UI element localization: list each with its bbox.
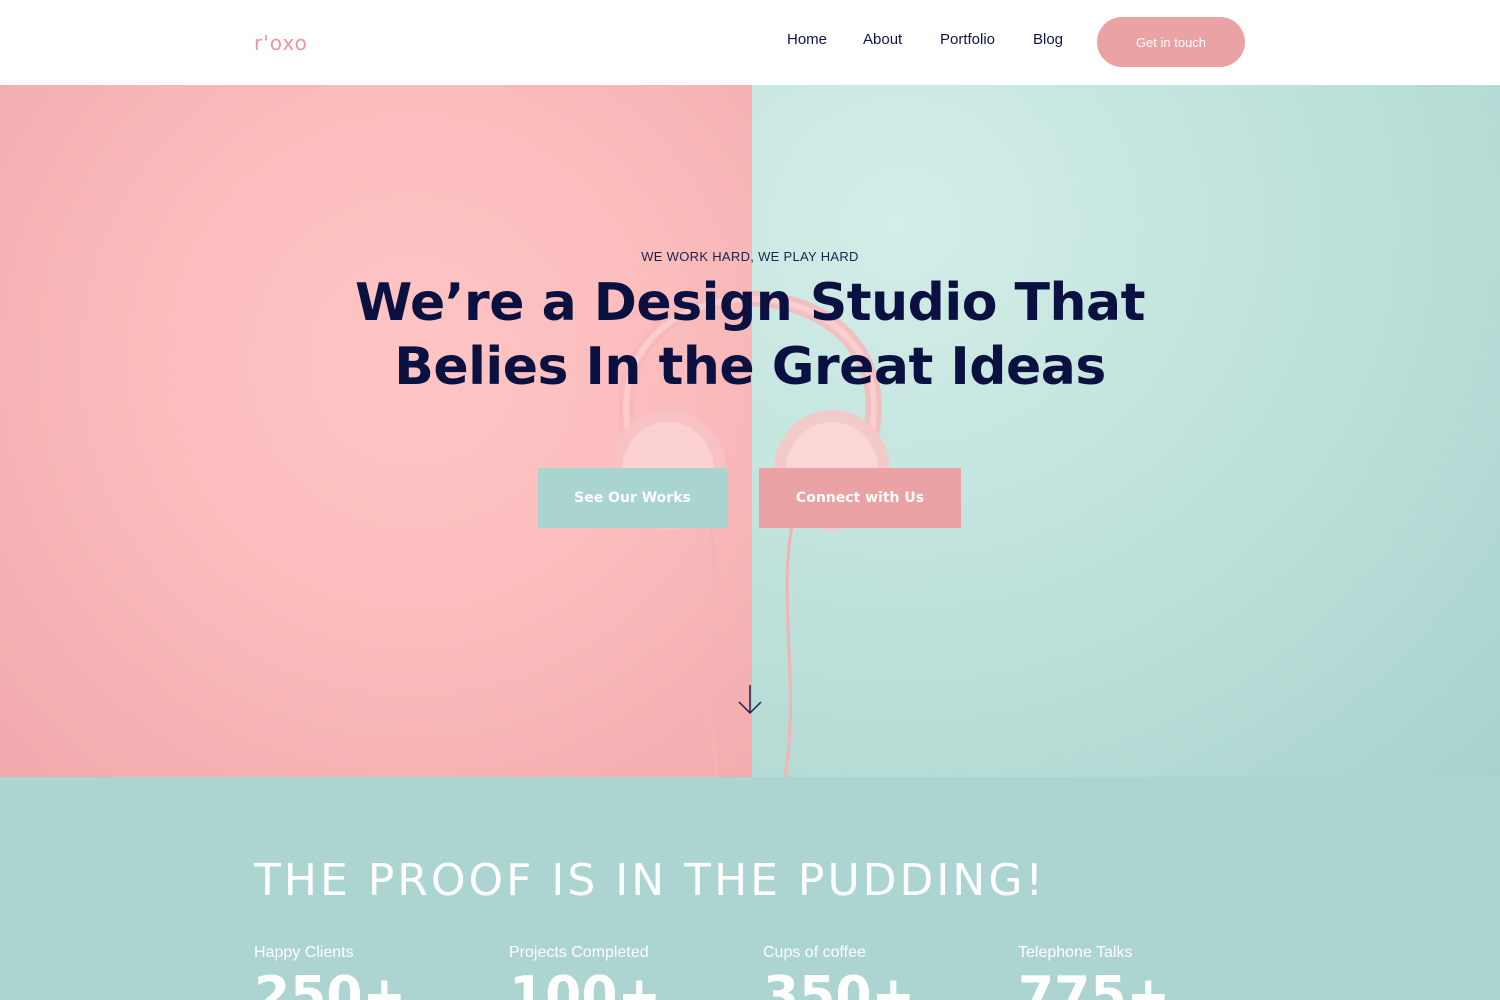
nav-link-portfolio[interactable]: Portfolio — [940, 31, 995, 48]
hero-title-line-2: Belies In the Great Ideas — [394, 337, 1106, 397]
hero-title: We’re a Design Studio That Belies In the… — [0, 271, 1500, 399]
nav-link-home[interactable]: Home — [787, 31, 827, 48]
stat-label: Happy Clients — [254, 944, 354, 961]
stat-label: Projects Completed — [509, 944, 649, 961]
nav-link-blog[interactable]: Blog — [1033, 31, 1063, 48]
connect-with-us-button[interactable]: Connect with Us — [759, 468, 961, 528]
stat-value: 250+ — [254, 966, 407, 1000]
hero-section: WE WORK HARD, WE PLAY HARD We’re a Desig… — [0, 85, 1500, 777]
logo[interactable]: r'oxo — [254, 31, 308, 55]
hero-title-line-1: We’re a Design Studio That — [355, 273, 1145, 333]
hero-kicker: WE WORK HARD, WE PLAY HARD — [641, 249, 859, 264]
stat-telephone-talks: Telephone Talks 775+ — [1018, 944, 1258, 1000]
nav-link-about[interactable]: About — [863, 31, 902, 48]
stat-label: Telephone Talks — [1018, 944, 1133, 961]
stat-value: 350+ — [763, 966, 916, 1000]
stat-cups-of-coffee: Cups of coffee 350+ — [763, 944, 1003, 1000]
get-in-touch-button[interactable]: Get in touch — [1097, 17, 1245, 67]
stats-section: THE PROOF IS IN THE PUDDING! Happy Clien… — [0, 777, 1500, 1000]
site-header: r'oxo Home About Portfolio Blog Get in t… — [0, 0, 1500, 85]
stat-label: Cups of coffee — [763, 944, 866, 961]
stat-value: 775+ — [1018, 966, 1171, 1000]
stat-happy-clients: Happy Clients 250+ — [254, 944, 494, 1000]
stat-projects-completed: Projects Completed 100+ — [509, 944, 749, 1000]
stats-title: THE PROOF IS IN THE PUDDING! — [254, 855, 1047, 906]
stat-value: 100+ — [509, 966, 662, 1000]
arrow-down-icon[interactable] — [736, 683, 764, 717]
headphones-image — [610, 290, 890, 777]
see-our-works-button[interactable]: See Our Works — [538, 468, 727, 528]
